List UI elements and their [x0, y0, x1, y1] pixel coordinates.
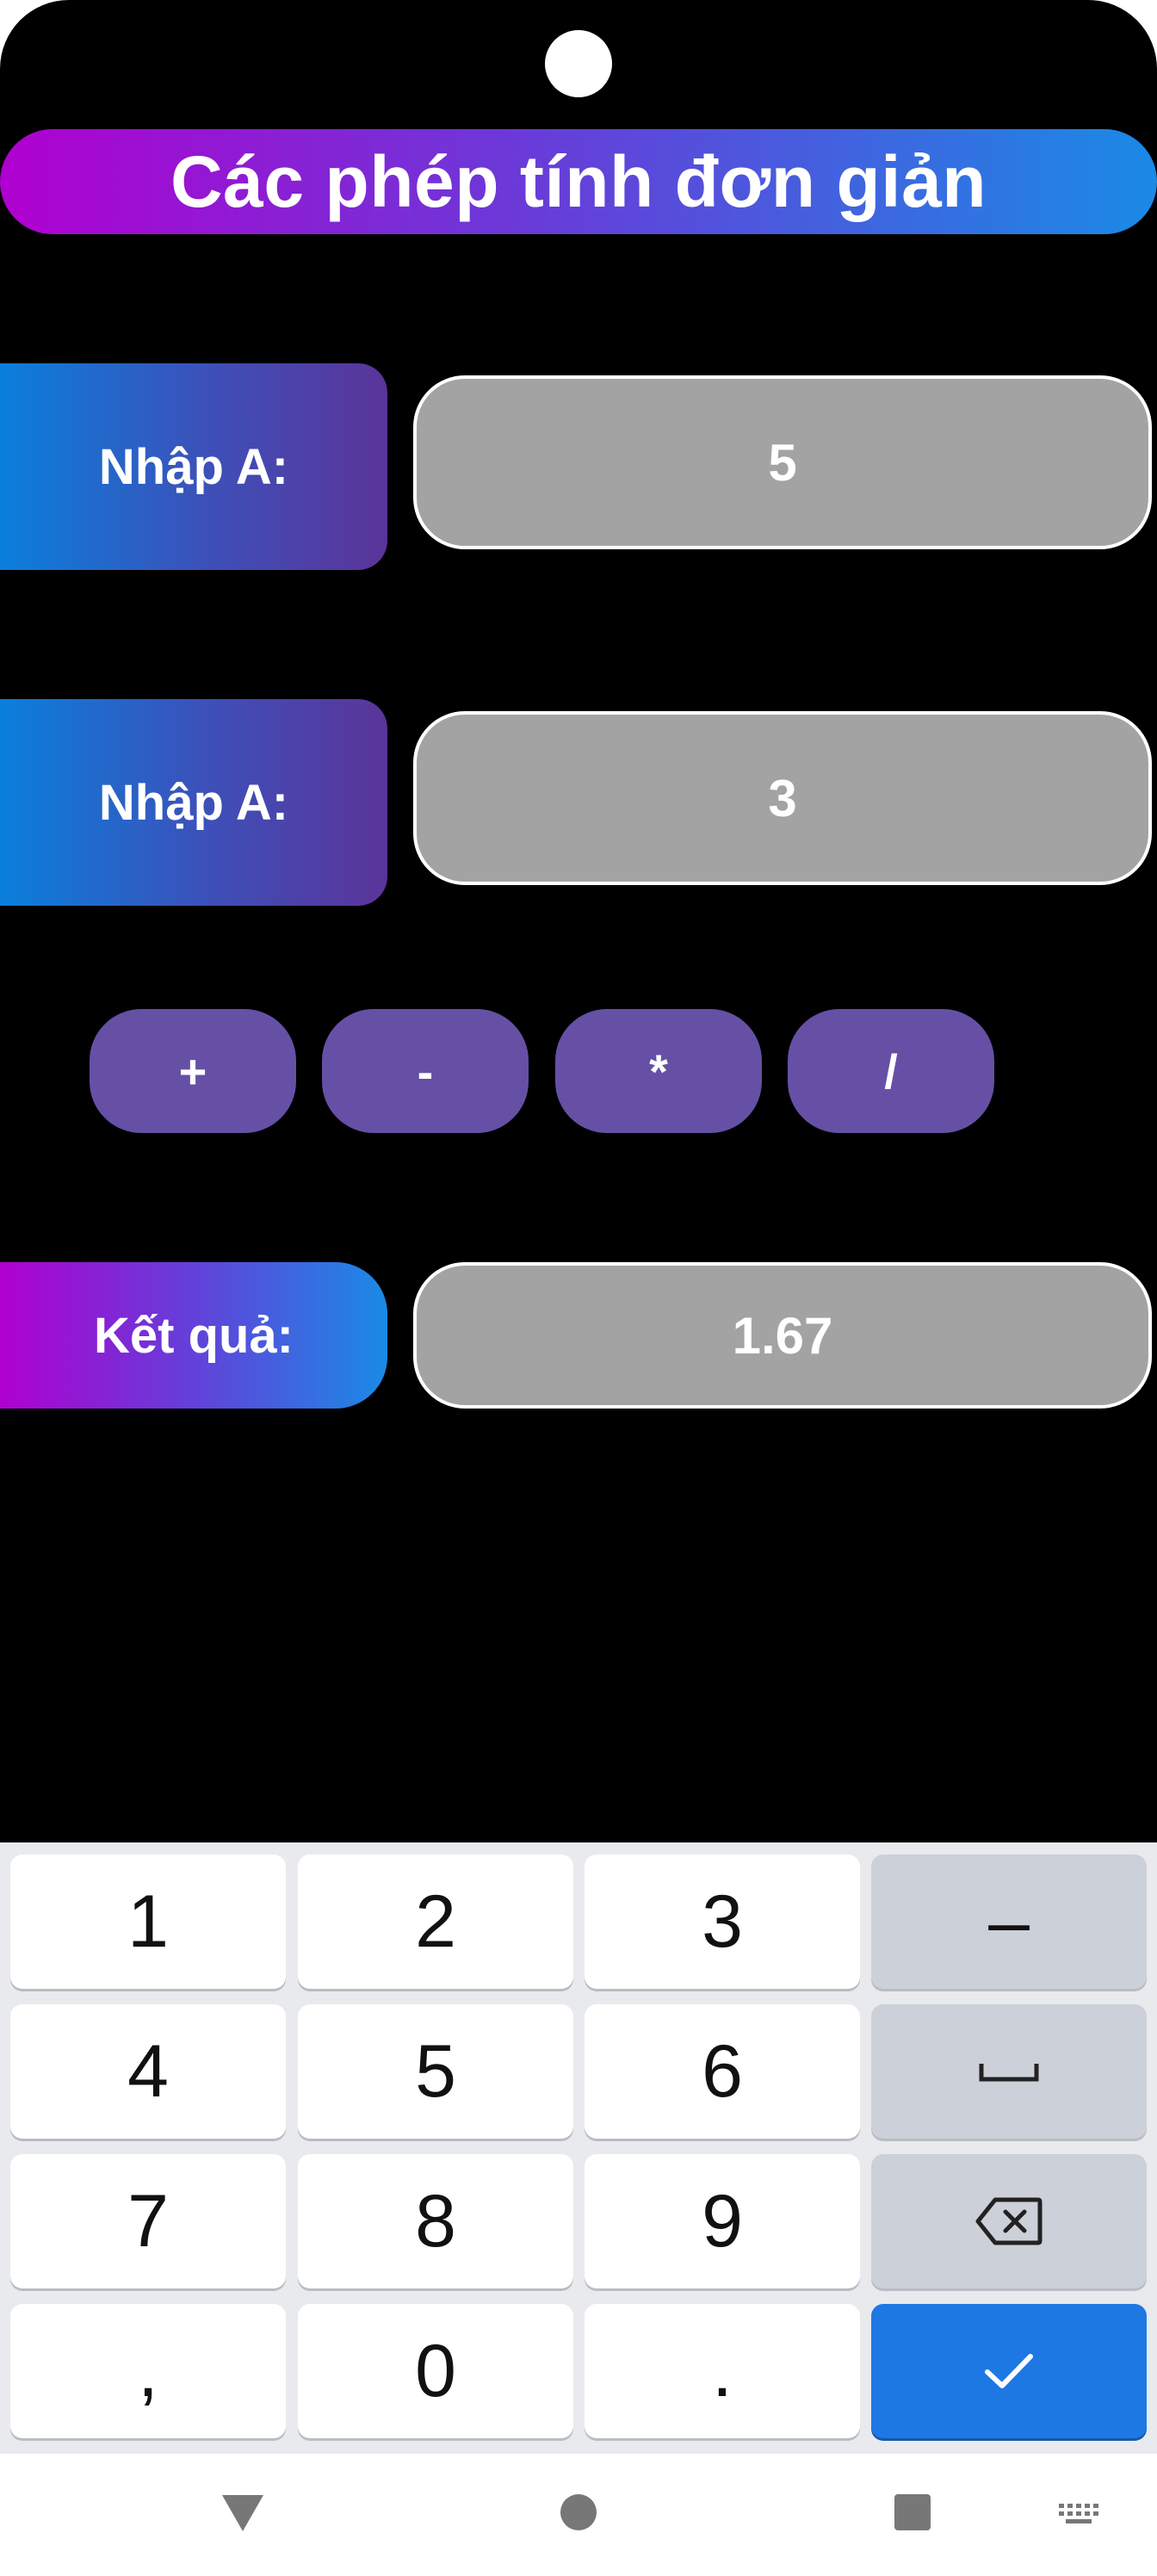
back-icon[interactable]: [220, 2493, 265, 2533]
title-bar: Các phép tính đơn giản: [0, 129, 1157, 234]
key-1[interactable]: 1: [10, 1855, 286, 1989]
camera-cutout: [545, 30, 612, 97]
key-backspace[interactable]: [871, 2154, 1147, 2288]
key-0[interactable]: 0: [298, 2304, 573, 2438]
page-title: Các phép tính đơn giản: [170, 140, 987, 222]
add-button[interactable]: +: [90, 1009, 296, 1133]
recents-icon[interactable]: [894, 2493, 931, 2531]
system-nav-bar: [0, 2454, 1157, 2576]
subtract-button[interactable]: -: [322, 1009, 529, 1133]
result-label: Kết quả:: [0, 1262, 387, 1409]
key-done[interactable]: [871, 2304, 1147, 2438]
key-7[interactable]: 7: [10, 2154, 286, 2288]
check-icon: [985, 2354, 1033, 2388]
keyboard-switch-icon[interactable]: [1059, 2504, 1100, 2524]
key-space[interactable]: [871, 2004, 1147, 2139]
space-icon: [979, 2064, 1039, 2082]
input-b-field[interactable]: 3: [413, 711, 1152, 885]
key-9[interactable]: 9: [585, 2154, 860, 2288]
key-2[interactable]: 2: [298, 1855, 573, 1989]
key-8[interactable]: 8: [298, 2154, 573, 2288]
backspace-icon: [975, 2197, 1043, 2245]
input-a-field[interactable]: 5: [413, 375, 1152, 549]
home-icon[interactable]: [560, 2493, 597, 2531]
numeric-keyboard: 1 2 3 – 4 5 6 7 8 9 , 0 .: [0, 1842, 1157, 2454]
result-field: 1.67: [413, 1262, 1152, 1409]
key-6[interactable]: 6: [585, 2004, 860, 2139]
key-minus[interactable]: –: [871, 1855, 1147, 1989]
key-3[interactable]: 3: [585, 1855, 860, 1989]
input-b-label: Nhập A:: [0, 699, 387, 906]
key-5[interactable]: 5: [298, 2004, 573, 2139]
key-period[interactable]: .: [585, 2304, 860, 2438]
input-a-label: Nhập A:: [0, 363, 387, 570]
app-screen: Các phép tính đơn giản Nhập A: 5 Nhập A:…: [0, 0, 1157, 1842]
key-4[interactable]: 4: [10, 2004, 286, 2139]
divide-button[interactable]: /: [788, 1009, 994, 1133]
multiply-button[interactable]: *: [555, 1009, 762, 1133]
key-comma[interactable]: ,: [10, 2304, 286, 2438]
